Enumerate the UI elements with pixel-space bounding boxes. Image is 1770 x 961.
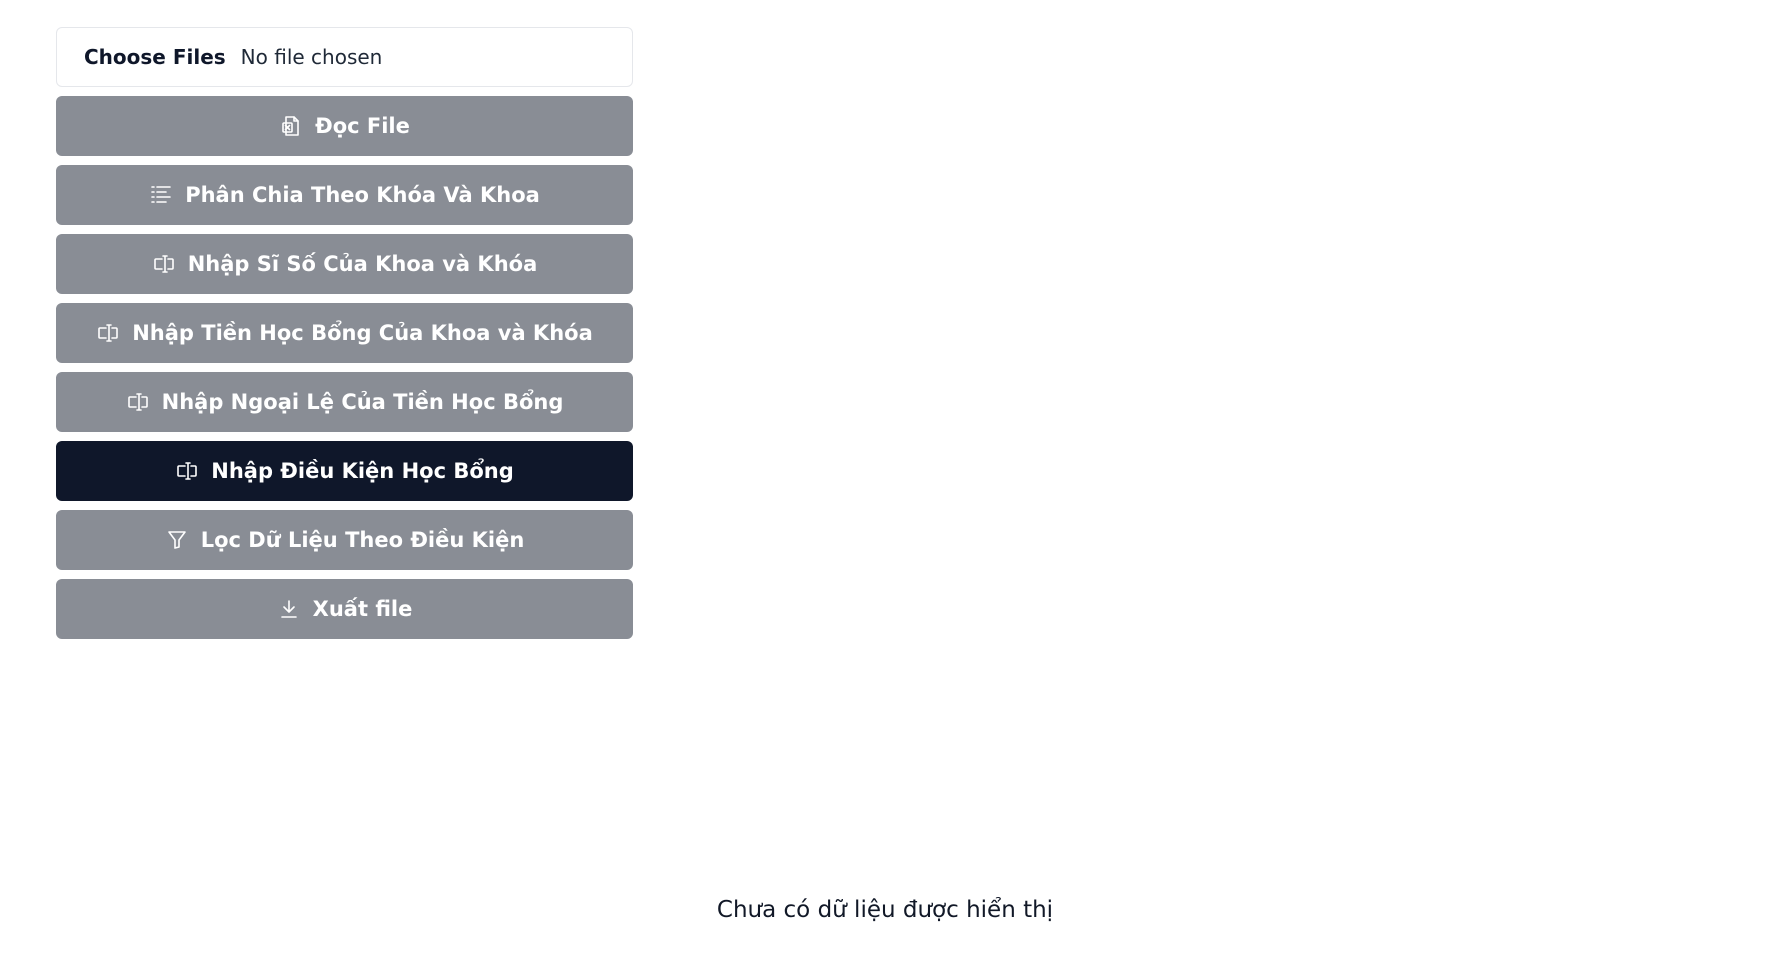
list-icon (149, 183, 173, 207)
read-file-label: Đọc File (315, 114, 410, 138)
read-file-button[interactable]: Đọc File (56, 96, 633, 156)
empty-data-message: Chưa có dữ liệu được hiển thị (716, 897, 1054, 923)
filter-data-button[interactable]: Lọc Dữ Liệu Theo Điều Kiện (56, 510, 633, 570)
text-input-icon (126, 390, 150, 414)
text-input-icon (152, 252, 176, 276)
excel-file-icon (279, 114, 303, 138)
scholarship-conditions-label: Nhập Điều Kiện Học Bổng (211, 459, 514, 483)
filter-icon (165, 528, 189, 552)
scholarship-exceptions-label: Nhập Ngoại Lệ Của Tiền Học Bổng (161, 390, 564, 414)
class-size-label: Nhập Sĩ Số Của Khoa và Khóa (187, 252, 538, 276)
action-panel: Choose Files No file chosen Đọc File Phâ… (56, 27, 633, 639)
file-status: No file chosen (240, 45, 383, 69)
text-input-icon (96, 321, 120, 345)
enter-scholarship-conditions-button[interactable]: Nhập Điều Kiện Học Bổng (56, 441, 633, 501)
text-input-icon (175, 459, 199, 483)
filter-data-label: Lọc Dữ Liệu Theo Điều Kiện (200, 528, 525, 552)
file-input[interactable]: Choose Files No file chosen (56, 27, 633, 87)
split-label: Phân Chia Theo Khóa Và Khoa (185, 183, 540, 207)
enter-scholarship-exceptions-button[interactable]: Nhập Ngoại Lệ Của Tiền Học Bổng (56, 372, 633, 432)
export-file-label: Xuất file (312, 597, 413, 621)
enter-class-size-button[interactable]: Nhập Sĩ Số Của Khoa và Khóa (56, 234, 633, 294)
choose-files-button[interactable]: Choose Files (84, 45, 226, 69)
split-by-course-faculty-button[interactable]: Phân Chia Theo Khóa Và Khoa (56, 165, 633, 225)
scholarship-amount-label: Nhập Tiền Học Bổng Của Khoa và Khóa (132, 321, 593, 345)
enter-scholarship-amount-button[interactable]: Nhập Tiền Học Bổng Của Khoa và Khóa (56, 303, 633, 363)
download-icon (277, 597, 301, 621)
export-file-button[interactable]: Xuất file (56, 579, 633, 639)
